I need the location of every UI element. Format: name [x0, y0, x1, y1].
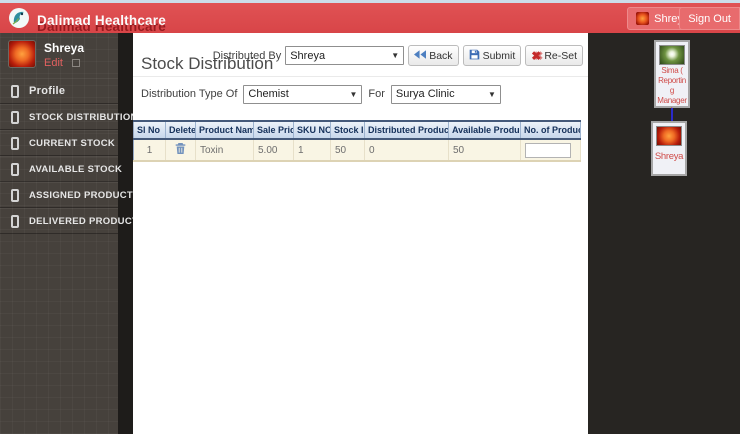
col-sale-price: Sale Price	[254, 121, 294, 139]
edit-box-icon[interactable]	[72, 59, 80, 67]
col-sl-no: Sl No	[134, 121, 166, 139]
cell-sku-no: 1	[294, 139, 331, 161]
cell-product-name: Toxin	[196, 139, 254, 161]
cell-distributed-product: 0	[365, 139, 449, 161]
cell-sale-price: 5.00	[254, 139, 294, 161]
logo: Dalimad Healthcare	[8, 7, 166, 34]
edit-profile-link[interactable]: Edit	[44, 57, 63, 69]
reset-button[interactable]: ✖ Re-Set	[525, 45, 583, 66]
trash-icon	[175, 143, 186, 158]
menu-square-icon	[11, 111, 19, 124]
back-button[interactable]: Back	[408, 45, 458, 66]
col-distributed-product: Distributed Product	[365, 121, 449, 139]
sidebar-item-label: STOCK DISTRIBUTION	[29, 112, 138, 123]
col-product-name: Product Name	[196, 121, 254, 139]
cell-delete	[166, 139, 196, 161]
menu-square-icon	[11, 163, 19, 176]
col-stock-in: Stock In	[331, 121, 365, 139]
cell-no-of-product	[521, 139, 581, 161]
logo-icon	[8, 7, 30, 34]
org-card-user[interactable]: Shreya	[651, 121, 687, 176]
header-controls: Distributed By Shreya ▼ Back	[213, 45, 583, 66]
sidebar-item-label: ASSIGNED PRODUCT	[29, 190, 133, 201]
menu-square-icon	[11, 215, 19, 228]
sidebar: Shreya Edit Profile STOCK DISTRIBUTION C…	[0, 33, 118, 434]
user-photo	[656, 126, 682, 146]
delete-row-button[interactable]	[175, 142, 186, 155]
for-label: For	[368, 88, 385, 100]
user-name: Shreya	[653, 152, 685, 162]
menu-square-icon	[11, 85, 19, 98]
page: Dalimad Healthcare Shreya Sign Out Shrey…	[0, 0, 740, 434]
submit-button[interactable]: Submit	[463, 45, 522, 66]
sidebar-item-stock-distribution[interactable]: STOCK DISTRIBUTION	[0, 104, 118, 130]
sidebar-item-current-stock[interactable]: CURRENT STOCK	[0, 130, 118, 156]
distribution-type-label: Distribution Type Of	[141, 88, 237, 100]
chevron-down-icon: ▼	[488, 90, 496, 99]
table-header-row: Sl No Delete Product Name Sale Price SKU…	[134, 121, 581, 139]
no-of-product-input[interactable]	[525, 143, 571, 158]
distributed-by-select[interactable]: Shreya ▼	[285, 46, 404, 65]
org-hierarchy-panel: Sima ( Reporting Manager ) Shreya	[588, 33, 740, 434]
sidebar-item-label: Profile	[29, 85, 65, 97]
sign-out-label: Sign Out	[688, 13, 731, 25]
table-row: 1	[134, 139, 581, 161]
for-value: Surya Clinic	[396, 88, 455, 100]
for-select[interactable]: Surya Clinic ▼	[391, 85, 501, 104]
cell-available-product: 50	[449, 139, 521, 161]
back-icon	[414, 50, 426, 62]
chevron-down-icon: ▼	[391, 51, 399, 60]
menu-square-icon	[11, 189, 19, 202]
distribution-type-select[interactable]: Chemist ▼	[243, 85, 362, 104]
content-header: Stock Distribution Distributed By Shreya…	[133, 33, 588, 77]
stock-table-wrap: Sl No Delete Product Name Sale Price SKU…	[133, 120, 588, 162]
brand-title: Dalimad Healthcare	[37, 13, 166, 28]
col-delete: Delete	[166, 121, 196, 139]
distributed-by-label: Distributed By	[213, 50, 281, 62]
chevron-down-icon: ▼	[349, 90, 357, 99]
distributed-by-value: Shreya	[290, 50, 325, 62]
cell-stock-in: 50	[331, 139, 365, 161]
col-available-product: Available Product	[449, 121, 521, 139]
sidebar-avatar	[8, 40, 36, 68]
org-card-manager[interactable]: Sima ( Reporting Manager )	[654, 40, 690, 108]
sidebar-item-available-stock[interactable]: AVAILABLE STOCK	[0, 156, 118, 182]
sidebar-item-label: DELIVERED PRODUCT	[29, 216, 138, 227]
col-sku-no: SKU NO.	[294, 121, 331, 139]
sign-out-button[interactable]: Sign Out	[679, 7, 740, 30]
distribution-type-value: Chemist	[248, 88, 288, 100]
menu-square-icon	[11, 137, 19, 150]
col-no-of-product: No. of Product	[521, 121, 581, 139]
sidebar-user-name: Shreya	[44, 41, 84, 55]
cell-sl-no: 1	[134, 139, 166, 161]
save-icon	[469, 49, 480, 63]
sidebar-item-profile[interactable]: Profile	[0, 78, 118, 104]
manager-photo	[659, 45, 685, 65]
org-connector-line	[671, 108, 673, 121]
sidebar-item-delivered-product[interactable]: DELIVERED PRODUCT	[0, 208, 118, 234]
filter-row: Distribution Type Of Chemist ▼ For Surya…	[133, 77, 588, 111]
sidebar-menu: Profile STOCK DISTRIBUTION CURRENT STOCK…	[0, 78, 118, 234]
back-label: Back	[429, 50, 452, 62]
main-content: Stock Distribution Distributed By Shreya…	[133, 33, 588, 434]
app-header: Dalimad Healthcare Shreya Sign Out	[0, 3, 740, 33]
red-x-icon: ✖	[531, 51, 541, 61]
reset-label: Re-Set	[544, 50, 577, 62]
sidebar-user-block: Shreya Edit	[0, 33, 118, 78]
submit-label: Submit	[483, 50, 516, 62]
stock-table: Sl No Delete Product Name Sale Price SKU…	[133, 120, 581, 162]
user-avatar-icon	[636, 12, 649, 25]
sidebar-item-label: AVAILABLE STOCK	[29, 164, 122, 175]
sidebar-item-assigned-product[interactable]: ASSIGNED PRODUCT	[0, 182, 118, 208]
sidebar-item-label: CURRENT STOCK	[29, 138, 115, 149]
